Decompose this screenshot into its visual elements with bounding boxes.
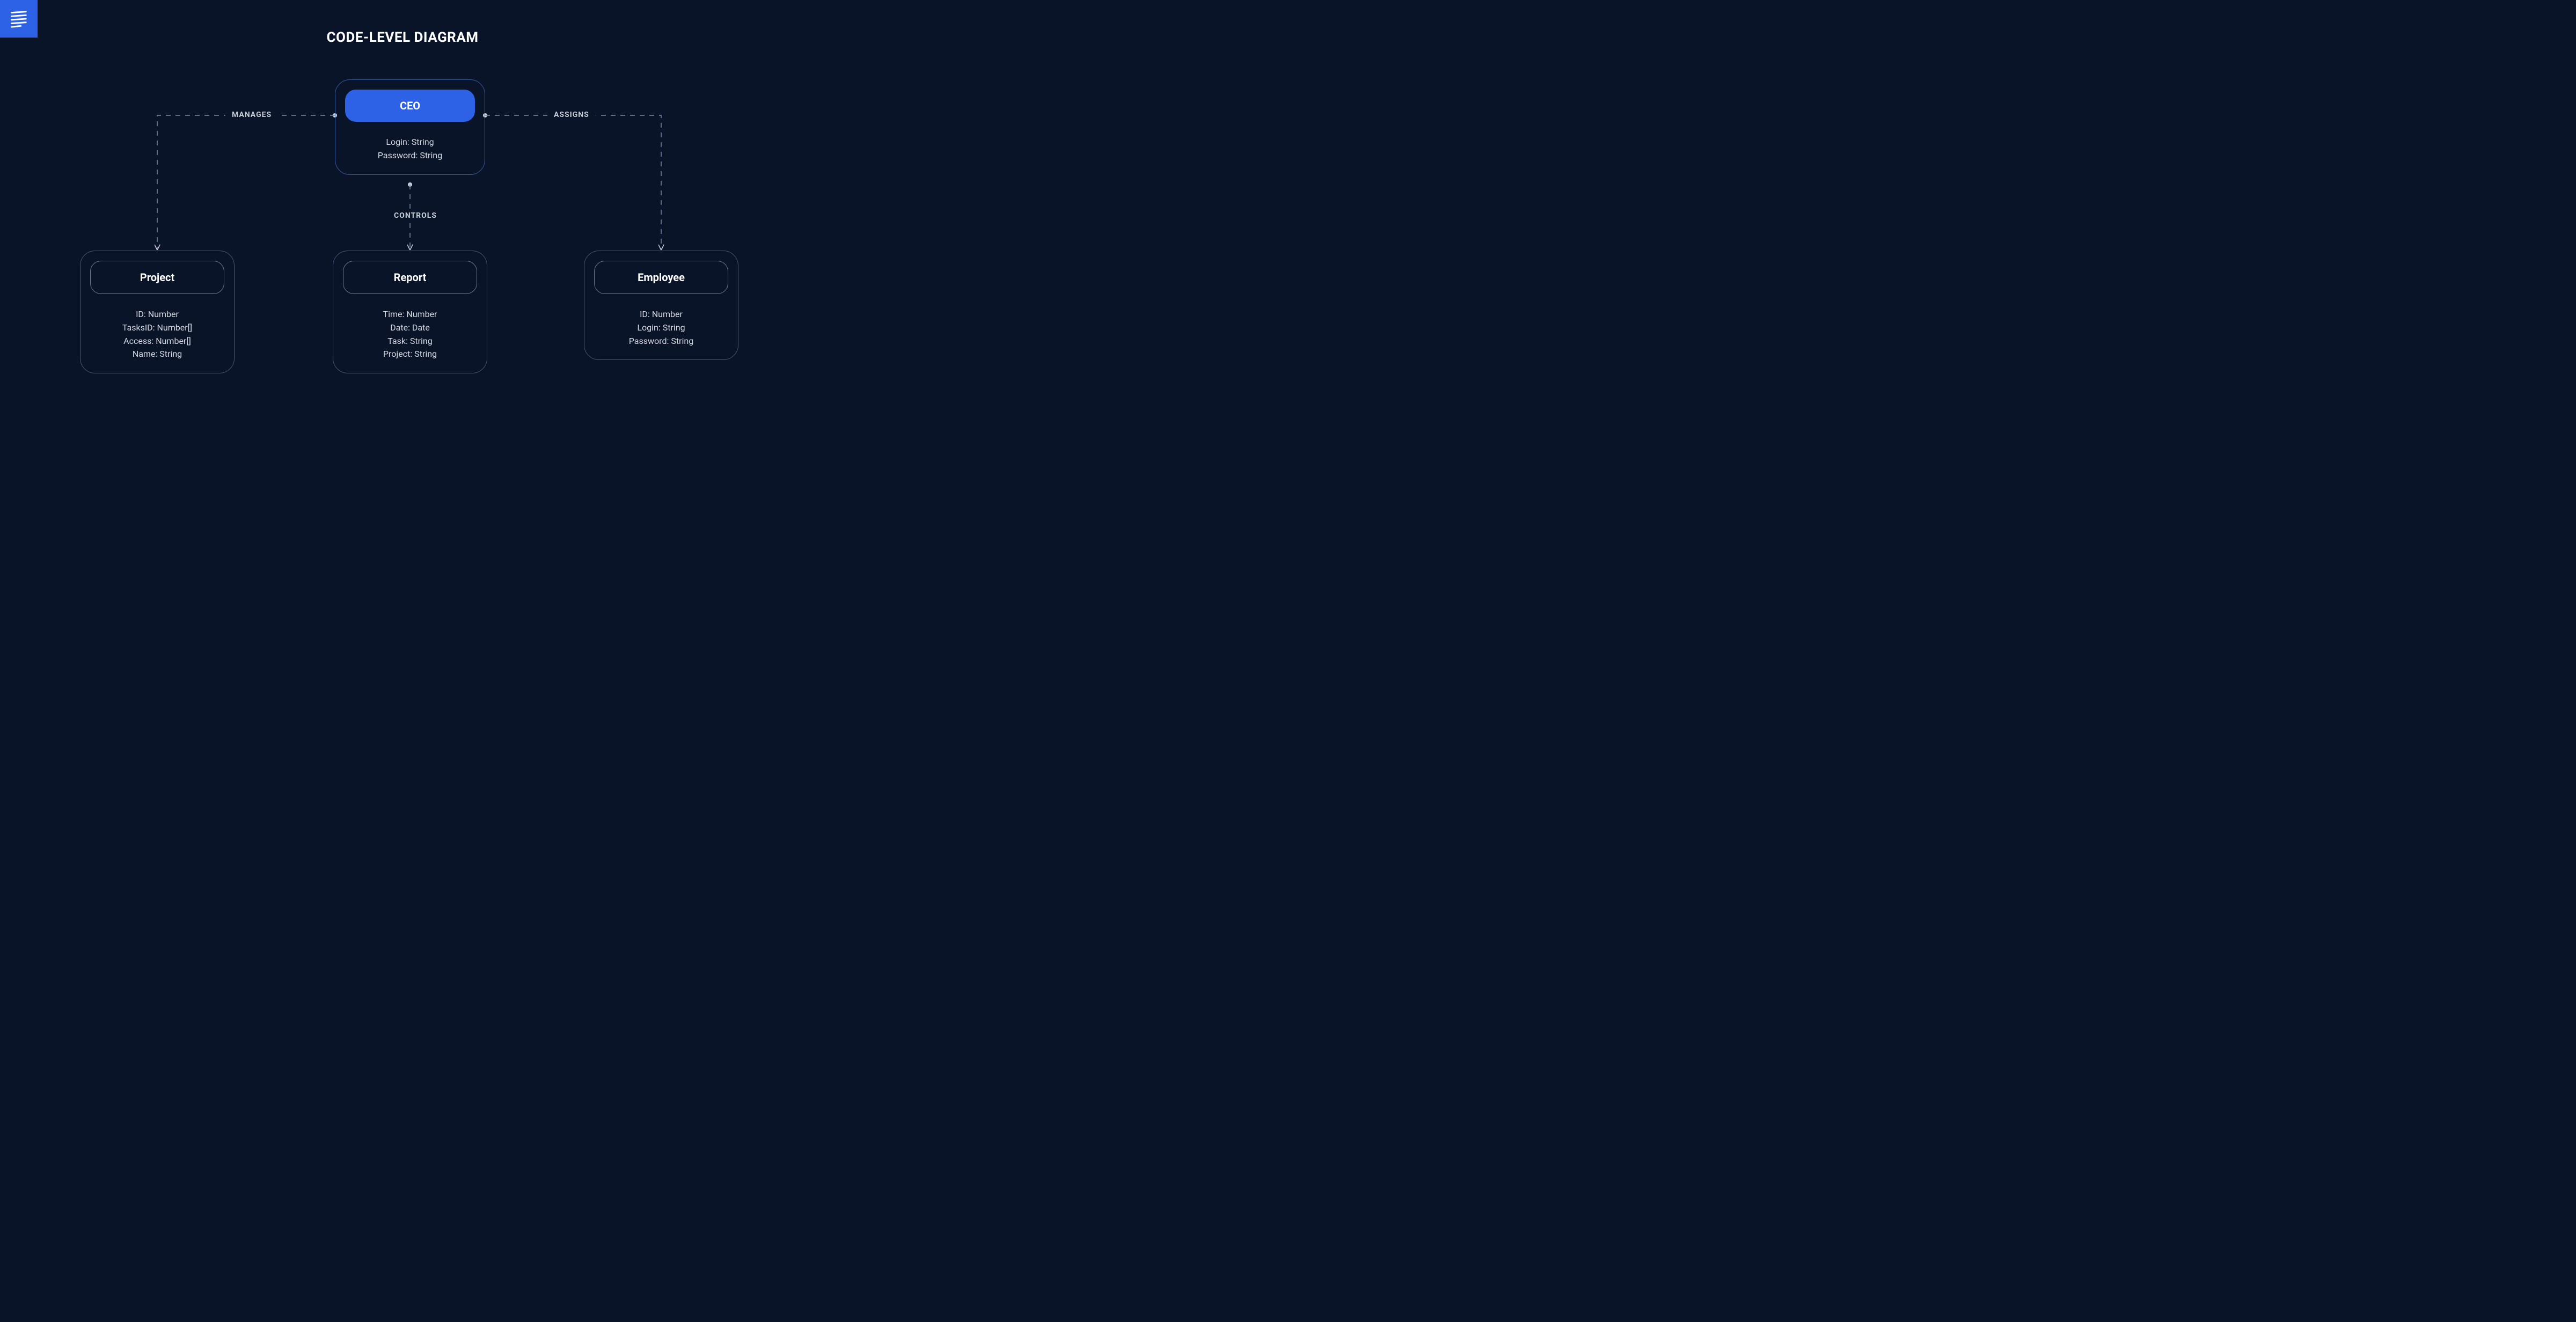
attr: Access: Number[]: [122, 335, 192, 348]
edge-label-assigns: ASSIGNS: [547, 111, 596, 119]
attr: Date: Date: [383, 321, 437, 335]
attr: Name: String: [122, 348, 192, 361]
attr: Project: String: [383, 348, 437, 361]
entity-project: Project ID: Number TasksID: Number[] Acc…: [80, 251, 235, 373]
entity-employee-header: Employee: [594, 261, 728, 294]
attr: Time: Number: [383, 308, 437, 321]
attr: Login: String: [629, 321, 693, 335]
entity-project-header: Project: [90, 261, 224, 294]
entity-report: Report Time: Number Date: Date Task: Str…: [333, 251, 487, 373]
entity-employee: Employee ID: Number Login: String Passwo…: [584, 251, 738, 360]
entity-report-attrs: Time: Number Date: Date Task: String Pro…: [383, 308, 437, 361]
entity-report-header: Report: [343, 261, 477, 294]
attr: ID: Number: [629, 308, 693, 321]
entity-ceo-header: CEO: [345, 90, 475, 122]
entity-employee-attrs: ID: Number Login: String Password: Strin…: [629, 308, 693, 348]
attr: ID: Number: [122, 308, 192, 321]
edge-label-manages: MANAGES: [225, 111, 278, 119]
edge-label-controls: CONTROLS: [387, 211, 443, 220]
attr: TasksID: Number[]: [122, 321, 192, 335]
attr: Login: String: [378, 136, 442, 149]
diagram-canvas: CEO Login: String Password: String Proje…: [0, 0, 805, 413]
attr: Task: String: [383, 335, 437, 348]
entity-project-attrs: ID: Number TasksID: Number[] Access: Num…: [122, 308, 192, 361]
entity-ceo-attrs: Login: String Password: String: [378, 136, 442, 163]
entity-ceo: CEO Login: String Password: String: [335, 79, 485, 175]
attr: Password: String: [629, 335, 693, 348]
attr: Password: String: [378, 149, 442, 163]
